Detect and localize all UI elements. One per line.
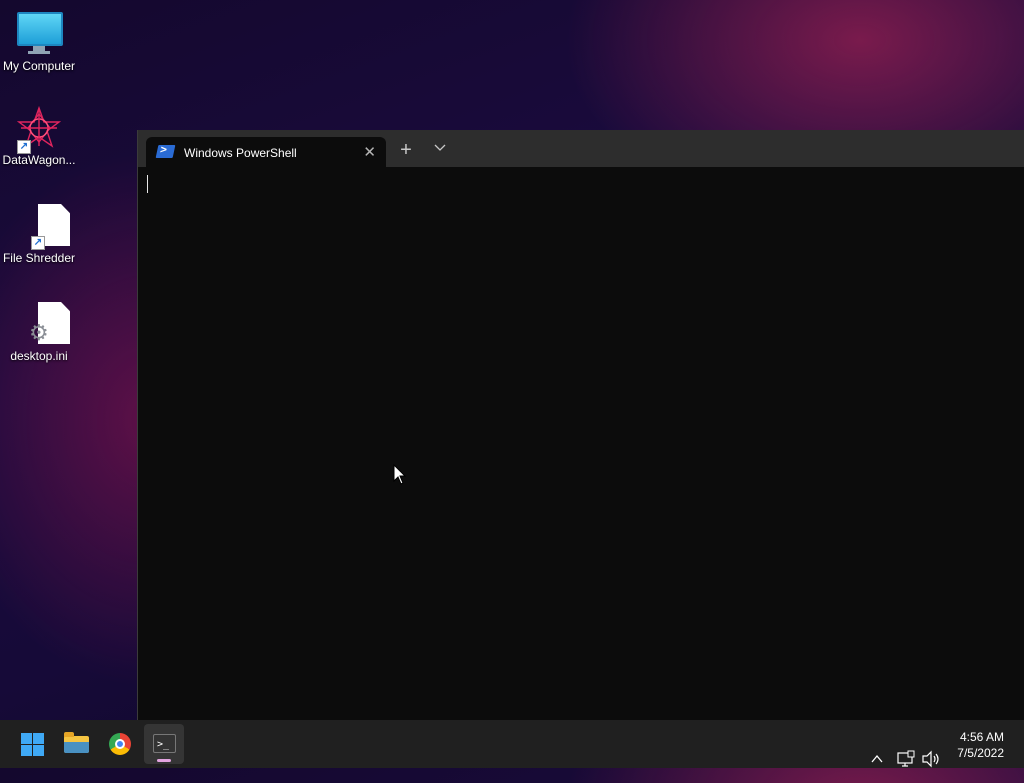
tab-windows-powershell[interactable]: > Windows PowerShell ✕ xyxy=(146,137,386,167)
taskbar-clock[interactable]: 4:56 AM 7/5/2022 xyxy=(957,729,1004,761)
taskbar-chrome[interactable] xyxy=(100,724,140,764)
desktop-icon-datawagon[interactable]: ↗ DataWagon... xyxy=(0,105,78,167)
taskbar-terminal[interactable]: >_ xyxy=(144,724,184,764)
desktop-icon-label: My Computer xyxy=(2,59,76,73)
new-tab-button[interactable]: + xyxy=(394,138,418,162)
shortcut-arrow-icon: ↗ xyxy=(17,140,31,154)
chevron-down-icon xyxy=(434,144,446,151)
show-hidden-icons-chevron-icon[interactable] xyxy=(870,735,884,783)
file-shortcut-icon: ↗ xyxy=(17,204,70,250)
monitor-icon xyxy=(17,12,63,56)
desktop-icon-label: File Shredder xyxy=(2,251,76,265)
network-icon[interactable] xyxy=(897,735,915,783)
tab-title: Windows PowerShell xyxy=(184,146,297,160)
terminal-icon: >_ xyxy=(153,734,176,753)
desktop-icon-file-shredder[interactable]: ↗ File Shredder xyxy=(0,204,78,265)
folder-icon xyxy=(64,732,89,753)
text-cursor xyxy=(147,175,148,193)
terminal-content[interactable] xyxy=(138,167,1024,720)
gear-icon: ⚙ xyxy=(29,320,49,345)
volume-icon[interactable] xyxy=(921,735,941,783)
mouse-pointer-icon xyxy=(393,464,407,485)
start-button[interactable] xyxy=(12,724,52,764)
shortcut-arrow-icon: ↗ xyxy=(31,236,45,250)
desktop-icon-label: desktop.ini xyxy=(10,349,68,363)
desktop-icon-my-computer[interactable]: My Computer xyxy=(0,10,78,73)
clock-time: 4:56 AM xyxy=(959,730,1004,744)
terminal-window[interactable]: > Windows PowerShell ✕ + xyxy=(137,130,1024,720)
settings-file-icon: ⚙ xyxy=(17,302,70,346)
taskbar-file-explorer[interactable] xyxy=(56,724,96,764)
close-tab-icon[interactable]: ✕ xyxy=(363,143,376,161)
chrome-icon xyxy=(109,733,131,755)
clock-date: 7/5/2022 xyxy=(957,746,1004,760)
tab-dropdown-button[interactable] xyxy=(428,138,452,162)
powershell-icon: > xyxy=(155,143,176,158)
terminal-titlebar[interactable]: > Windows PowerShell ✕ + xyxy=(138,130,1024,167)
desktop-icon-label: DataWagon... xyxy=(2,153,76,167)
active-app-indicator xyxy=(157,759,171,762)
datawagon-icon: ↗ xyxy=(16,105,62,154)
windows-start-icon xyxy=(21,733,44,756)
desktop-icon-desktop-ini[interactable]: ⚙ desktop.ini xyxy=(0,302,78,363)
taskbar: >_ 4:56 AM 7/5/2022 xyxy=(0,720,1024,768)
